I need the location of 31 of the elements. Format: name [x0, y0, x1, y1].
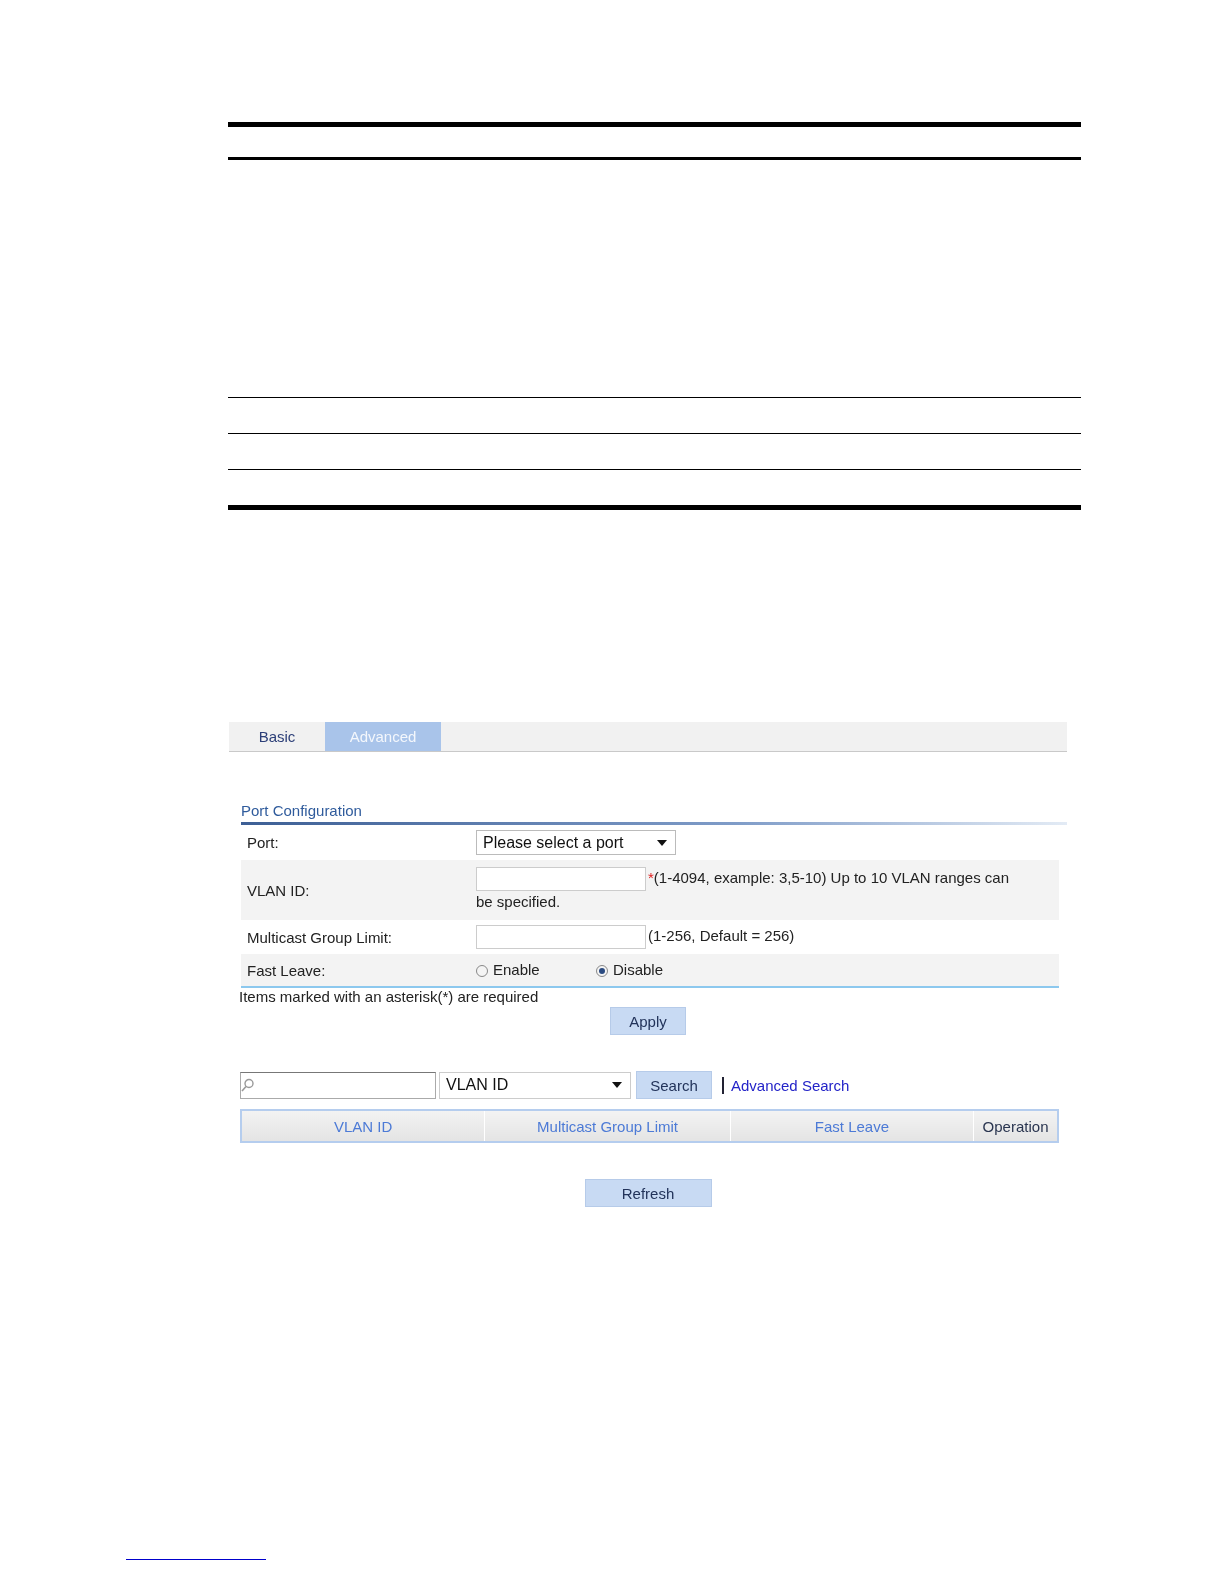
caret-icon: [612, 1082, 622, 1089]
tab[interactable]: Basic: [229, 722, 325, 751]
search-button[interactable]: Search: [636, 1071, 712, 1100]
column-header[interactable]: Multicast Group Limit: [484, 1110, 731, 1143]
hint-text: (1-4094, example: 3,5-10) Up to 10 VLAN ranges can: [653, 869, 1010, 886]
required-mark: *: [648, 869, 654, 886]
text-field[interactable]: [476, 867, 646, 892]
column-header[interactable]: VLAN ID: [241, 1110, 485, 1143]
hint-text: be specified.: [476, 893, 561, 911]
field-label: Port:: [246, 834, 280, 851]
field-label: VLAN ID:: [246, 881, 311, 899]
column-header: Operation: [973, 1110, 1058, 1143]
radio-button[interactable]: [476, 965, 488, 978]
filter-dropdown[interactable]: VLAN ID: [439, 1071, 631, 1099]
port-dropdown[interactable]: Please select a port: [476, 830, 676, 855]
radio-label: Enable: [493, 961, 540, 979]
search-field[interactable]: [240, 1071, 436, 1099]
hint-text: (1-256, Default = 256): [648, 927, 795, 945]
radio-button[interactable]: [596, 965, 608, 978]
caret-icon: [657, 839, 667, 846]
required-note: Items marked with an asterisk(*) are required: [239, 988, 539, 1006]
refresh-button[interactable]: Refresh: [584, 1179, 712, 1208]
advanced-search-link[interactable]: Advanced Search: [722, 1076, 850, 1094]
column-header[interactable]: Fast Leave: [730, 1110, 974, 1143]
apply-button[interactable]: Apply: [610, 1007, 686, 1036]
text-field[interactable]: [476, 925, 646, 950]
field-label: Fast Leave:: [246, 961, 327, 979]
search-icon: [241, 1078, 255, 1093]
field-label: Multicast Group Limit:: [246, 928, 394, 946]
section-title: Port Configuration: [241, 802, 362, 819]
radio-label: Disable: [613, 961, 664, 979]
